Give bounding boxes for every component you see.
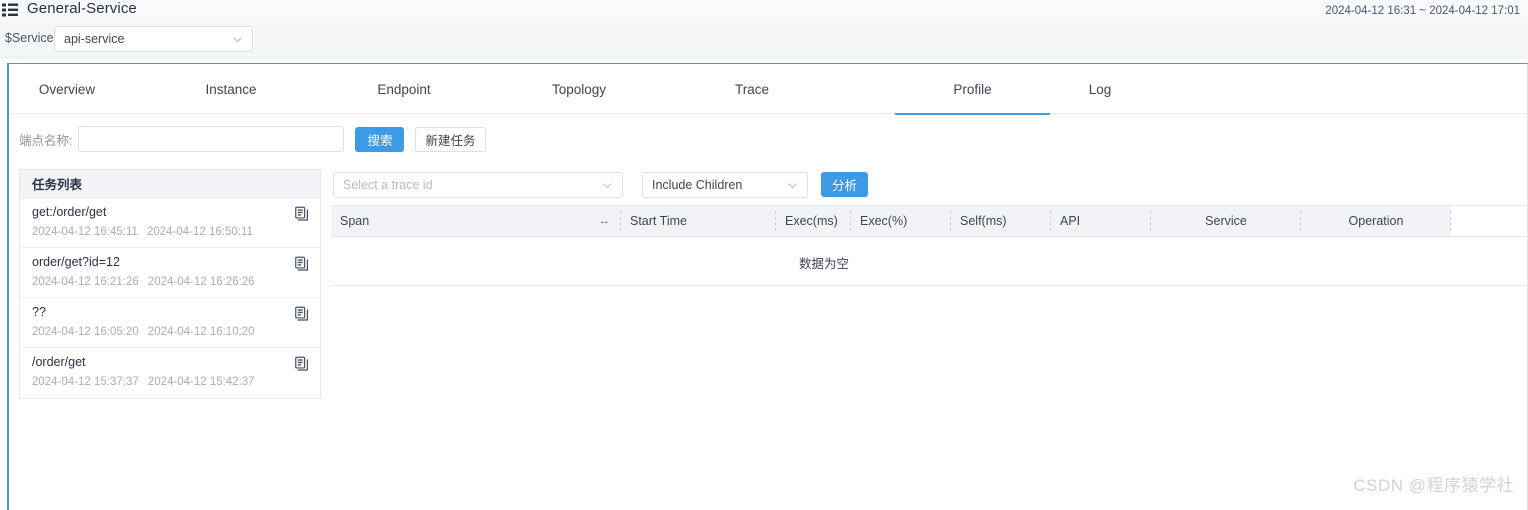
column-header-api[interactable]: API [1051, 206, 1151, 236]
column-header-exec[interactable]: Exec(%) [851, 206, 951, 236]
include-children-select[interactable]: Include Children [642, 172, 808, 198]
tab-profile[interactable]: Profile [895, 64, 1050, 115]
endpoint-name-label: 端点名称: [19, 133, 73, 148]
column-header-label: Service [1205, 214, 1247, 228]
task-list-item[interactable]: get:/order/get 2024-04-12 16:45:11 2024-04… [20, 198, 320, 248]
column-header-service[interactable]: Service [1151, 206, 1301, 236]
tab-label: Overview [38, 81, 96, 97]
endpoint-name-input[interactable] [78, 126, 345, 152]
column-header-label: Operation [1348, 214, 1404, 228]
span-table: Span ↔ Start Time Exec(ms) Exec(%) Self(ms) AP… [331, 205, 1527, 286]
column-header-label: Self(ms) [960, 214, 1007, 228]
time-range-display[interactable]: 2024-04-12 16:31 ~ 2024-04-12 17:01 [1325, 0, 1520, 22]
task-list-item[interactable]: order/get?id=12 2024-04-12 16:21:26 2024-0… [20, 248, 320, 298]
column-header-start-time[interactable]: Start Time [621, 206, 776, 236]
page-title: General-Service [27, 0, 137, 17]
column-header-self-ms[interactable]: Self(ms) [951, 206, 1051, 236]
copy-icon[interactable] [295, 356, 310, 372]
task-time-range: 2024-04-12 16:21:26 2024-04-12 16:26:26 [32, 275, 308, 289]
tab-endpoint[interactable]: Endpoint [354, 64, 454, 114]
copy-icon[interactable] [295, 256, 310, 272]
task-start-time: 2024-04-12 16:45:11 [32, 226, 138, 238]
service-select[interactable]: api-service [54, 26, 253, 52]
chevron-down-icon [786, 179, 799, 192]
empty-state-text: 数据为空 [798, 257, 849, 271]
task-time-range: 2024-04-12 16:05:20 2024-04-12 16:10:20 [32, 325, 308, 339]
column-header-label: Exec(ms) [785, 214, 838, 228]
tab-label: Endpoint [377, 81, 431, 97]
column-header-label: Span [340, 214, 370, 228]
watermark: CSDN @程序猿学社 [1353, 476, 1514, 495]
tab-bar: Overview Instance Endpoint Topology Trace Pro… [9, 64, 1527, 115]
copy-icon[interactable] [295, 306, 310, 322]
span-table-header: Span ↔ Start Time Exec(ms) Exec(%) Self(ms) AP… [331, 205, 1527, 237]
profile-page: General-Service 2024-04-12 16:31 ~ 2024-… [0, 0, 1528, 510]
task-start-time: 2024-04-12 16:21:26 [32, 276, 139, 288]
service-label: $Service [5, 31, 54, 45]
tab-instance[interactable]: Instance [181, 64, 281, 114]
tab-label: Topology [551, 81, 607, 97]
column-header-operation[interactable]: Operation [1301, 206, 1451, 236]
tab-label: Profile [953, 81, 992, 97]
horizontal-resize-icon[interactable]: ↔ [599, 215, 610, 227]
task-name: ?? [32, 305, 46, 319]
profile-card: Overview Instance Endpoint Topology Trace Pro… [7, 63, 1528, 510]
copy-icon[interactable] [295, 206, 310, 222]
menu-list-icon[interactable] [0, 1, 28, 19]
task-name: get:/order/get [32, 205, 107, 219]
tab-topology[interactable]: Topology [529, 64, 629, 114]
task-list-title: 任务列表 [20, 170, 320, 198]
endpoint-search-row: 端点名称: 搜索 新建任务 [19, 126, 486, 152]
column-header-spacer [1451, 206, 1527, 236]
include-children-value: Include Children [652, 178, 743, 192]
chevron-down-icon [601, 179, 614, 192]
new-task-button[interactable]: 新建任务 [415, 126, 486, 152]
task-time-range: 2024-04-12 16:45:11 2024-04-12 16:50:11 [32, 225, 308, 239]
tab-overview[interactable]: Overview [17, 64, 117, 114]
column-header-span[interactable]: Span ↔ [331, 206, 621, 236]
chevron-down-icon [231, 33, 244, 46]
task-end-time: 2024-04-12 16:26:26 [147, 276, 255, 288]
column-header-label: Start Time [630, 214, 687, 228]
analysis-controls: Select a trace id Include Children 分析 [331, 169, 1527, 201]
task-end-time: 2024-04-12 15:42:37 [147, 376, 255, 388]
column-header-exec-ms[interactable]: Exec(ms) [776, 206, 851, 236]
trace-id-select[interactable]: Select a trace id [333, 172, 623, 198]
tab-label: Instance [205, 81, 257, 97]
task-start-time: 2024-04-12 15:37:37 [32, 376, 139, 388]
task-end-time: 2024-04-12 16:10:20 [147, 326, 255, 338]
task-start-time: 2024-04-12 16:05:20 [32, 326, 139, 338]
service-select-value: api-service [64, 32, 125, 46]
task-list-item[interactable]: ?? 2024-04-12 16:05:20 2024-04-12 16:10:20 [20, 298, 320, 348]
analyze-button[interactable]: 分析 [821, 172, 869, 197]
tab-label: Trace [734, 81, 769, 97]
search-button[interactable]: 搜索 [355, 126, 405, 152]
top-bar: General-Service 2024-04-12 16:31 ~ 2024-… [0, 0, 1528, 22]
column-header-label: Exec(%) [860, 214, 908, 228]
task-name: order/get?id=12 [32, 255, 120, 269]
task-time-range: 2024-04-12 15:37:37 2024-04-12 15:42:37 [32, 375, 308, 389]
column-header-label: API [1060, 214, 1081, 228]
analysis-pane: Select a trace id Include Children 分析 Sp… [331, 169, 1527, 286]
task-list-items: get:/order/get 2024-04-12 16:45:11 2024-04… [20, 198, 320, 398]
task-name: /order/get [32, 355, 86, 369]
trace-id-placeholder: Select a trace id [343, 178, 433, 192]
span-table-body: 数据为空 [331, 237, 1527, 286]
tab-log[interactable]: Log [1057, 64, 1143, 114]
task-list-panel: 任务列表 get:/order/get 2024-04-12 16:45:11 20… [19, 169, 321, 399]
tab-trace[interactable]: Trace [709, 64, 795, 114]
service-bar: $Service api-service [0, 22, 1528, 58]
task-list-item[interactable]: /order/get 2024-04-12 15:37:37 2024-04-12 … [20, 348, 320, 398]
task-end-time: 2024-04-12 16:50:11 [146, 226, 253, 238]
tab-label: Log [1088, 81, 1112, 97]
